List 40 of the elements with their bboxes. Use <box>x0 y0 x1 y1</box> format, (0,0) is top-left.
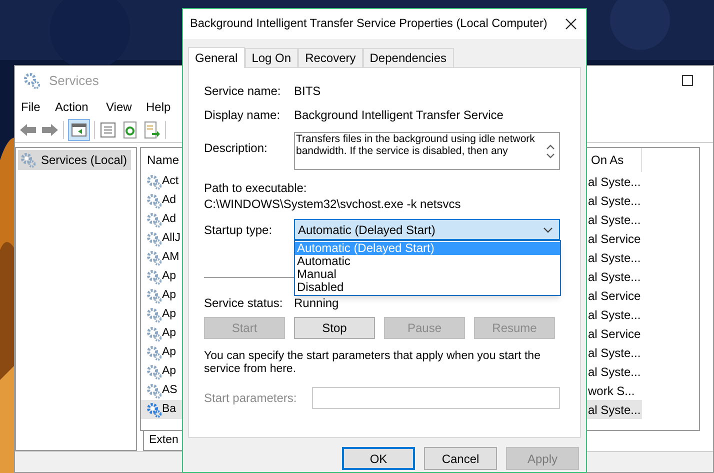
field-label: Display name: <box>204 107 282 124</box>
table-cell-text: work S... <box>588 382 635 400</box>
field-value: C:\WINDOWS\System32\svchost.exe -k netsvcs <box>204 196 462 210</box>
table-cell-text: AllJ <box>162 231 181 246</box>
table-cell-text: Ad <box>162 212 176 228</box>
field-label: Service name: <box>204 83 282 100</box>
field-value: Background Intelligent Transfer Service <box>294 107 504 124</box>
field-label: Start parameters: <box>204 390 298 407</box>
table-cell-text: AS <box>162 383 178 398</box>
table-cell-text: Ap <box>162 288 176 304</box>
table-cell-text: al Syste... <box>588 344 641 362</box>
field-label: Service status: <box>204 295 284 312</box>
table-cell-text: al Syste... <box>588 250 641 267</box>
hint-text: You can specify the start parameters that apply when you start the service from here. <box>204 350 542 376</box>
table-cell-text: Ap <box>162 269 176 284</box>
table-cell-text: Ap <box>162 307 176 322</box>
table-cell-text: al Service <box>588 326 641 343</box>
table-cell-text: al Syste... <box>588 402 641 419</box>
table-cell-text: Ad <box>162 193 176 208</box>
field-label: Description: <box>204 140 268 157</box>
table-cell-text: Ba <box>162 402 176 418</box>
table-cell-text: Ap <box>162 345 176 360</box>
table-cell-text: Ap <box>162 326 176 342</box>
table-cell-text: al Syste... <box>588 212 641 229</box>
table-cell-text: al Service <box>588 230 641 248</box>
field-label: Path to executable: <box>204 180 308 194</box>
field-label: Startup type: <box>204 222 274 238</box>
table-cell-text: al Syste... <box>588 268 641 286</box>
table-cell-text: Ap <box>162 364 176 380</box>
field-value: BITS <box>294 83 321 100</box>
table-cell-text: al Service <box>588 288 641 305</box>
table-cell-text: al Syste... <box>588 306 641 324</box>
dialog-title: Background Intelligent Transfer Service Properties (Local Computer) <box>190 15 548 32</box>
table-cell-text: AM <box>162 250 180 266</box>
window-title: Services <box>49 72 99 90</box>
table-cell-text: Act <box>162 174 179 190</box>
table-cell-text: al Syste... <box>588 364 641 381</box>
field-value: Running <box>294 295 339 312</box>
table-cell-text: al Syste... <box>588 174 641 191</box>
table-cell-text: al Syste... <box>588 192 641 210</box>
